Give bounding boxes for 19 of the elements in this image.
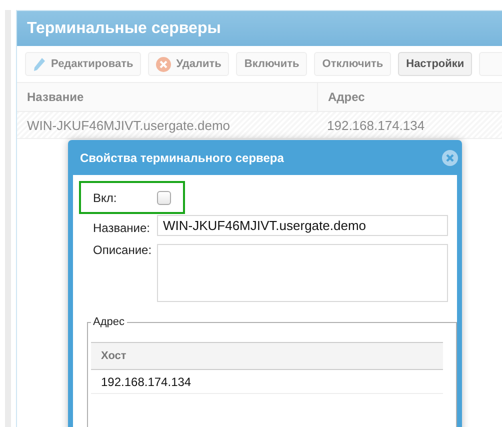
name-field[interactable]: WIN-JKUF46MJIVT.usergate.demo [157, 215, 448, 236]
panel-title: Терминальные серверы [17, 11, 502, 46]
table-cell: 192.168.174.134 [91, 370, 443, 394]
pencil-icon [33, 56, 46, 72]
table-cell: 192.168.174.134 [317, 112, 502, 139]
description-field[interactable] [157, 244, 448, 302]
column-header: Адрес [317, 83, 502, 112]
enabled-checkbox[interactable] [157, 190, 171, 204]
field-label: Название: [93, 220, 151, 236]
dialog-title: Свойства терминального сервера [80, 150, 284, 164]
column-header: Название [17, 83, 317, 112]
toolbar-button[interactable]: Настройки [398, 52, 472, 76]
close-icon[interactable] [442, 150, 458, 166]
group-legend: Адрес [91, 316, 126, 328]
table-cell: WIN-JKUF46MJIVT.usergate.demo [17, 112, 317, 139]
field-label: Описание: [93, 242, 153, 259]
delete-icon [156, 56, 172, 72]
field-label: Вкл: [93, 190, 118, 204]
column-header: Хост [91, 342, 443, 370]
